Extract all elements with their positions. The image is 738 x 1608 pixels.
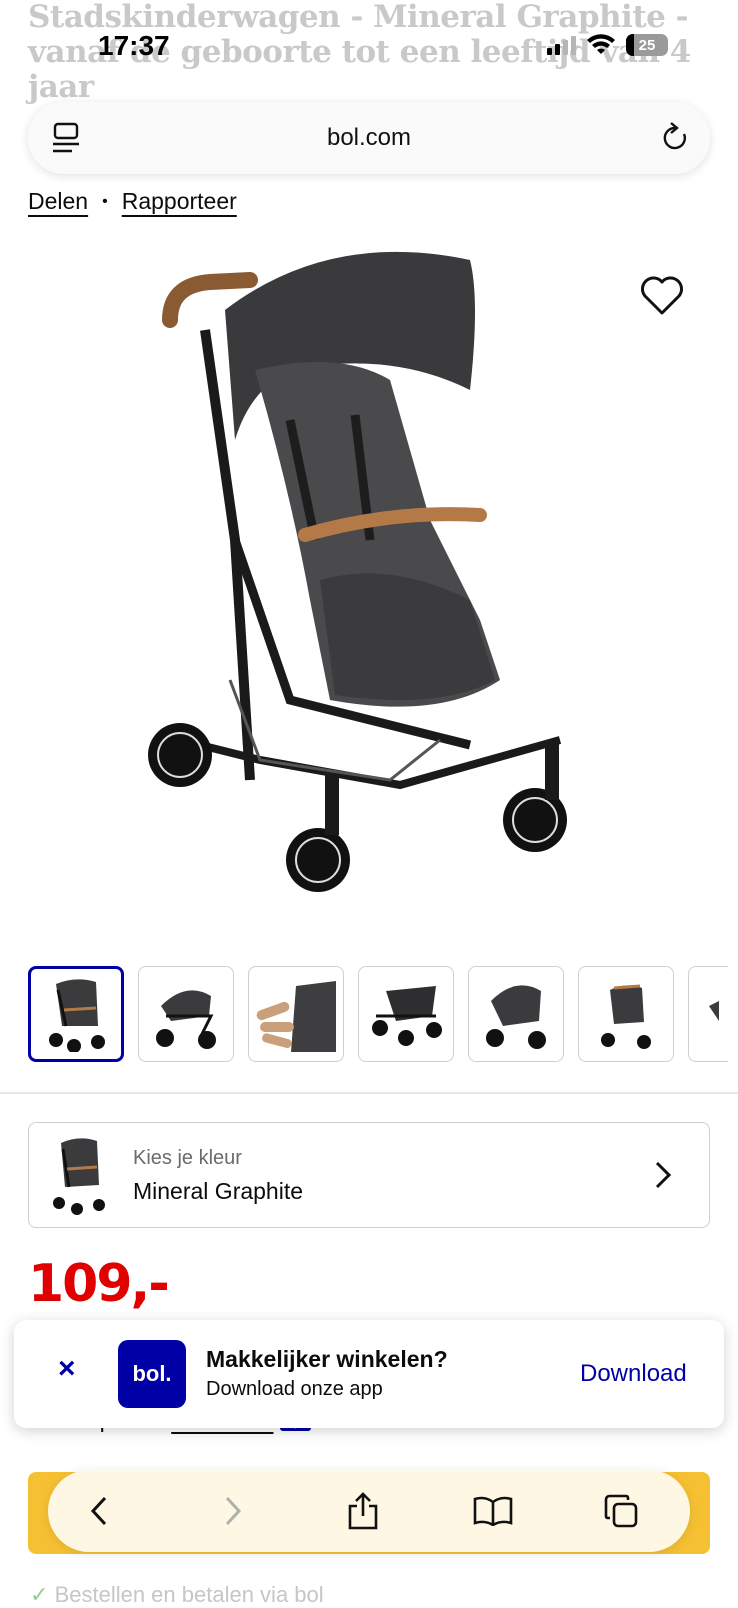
color-caption: Kies je kleur: [133, 1147, 242, 1169]
reload-icon[interactable]: [660, 122, 690, 159]
thumbnail-6[interactable]: [578, 966, 674, 1062]
download-button[interactable]: Download: [580, 1360, 687, 1388]
share-link[interactable]: Delen: [28, 188, 88, 215]
price: 109,-: [28, 1254, 170, 1314]
browser-address-bar[interactable]: bol.com: [28, 102, 710, 174]
thumbnail-5[interactable]: [468, 966, 564, 1062]
color-thumbnail: [51, 1135, 107, 1220]
app-banner: × bol. Makkelijker winkelen? Download on…: [14, 1320, 724, 1428]
battery-level: 25: [638, 36, 656, 54]
order-hint-text: Bestellen en betalen via bol: [54, 1582, 324, 1607]
product-links: Delen • Rapporteer: [28, 188, 237, 215]
color-value: Mineral Graphite: [133, 1178, 304, 1204]
link-separator: •: [102, 192, 108, 210]
battery-icon: 25: [626, 34, 668, 56]
tabs-icon[interactable]: [596, 1486, 646, 1536]
thumbnail-strip: [28, 966, 728, 1062]
forward-icon[interactable]: [208, 1486, 258, 1536]
signal-icon: [547, 36, 576, 55]
close-icon[interactable]: ×: [58, 1352, 76, 1386]
banner-title: Makkelijker winkelen?: [206, 1346, 448, 1372]
bol-logo: bol.: [118, 1340, 186, 1408]
color-selector[interactable]: Kies je kleur Mineral Graphite: [28, 1122, 710, 1228]
section-divider: [0, 1092, 738, 1094]
status-time: 17:37: [98, 30, 170, 61]
thumbnail-3[interactable]: [248, 966, 344, 1062]
status-icons: 25: [546, 34, 668, 56]
thumbnail-4[interactable]: [358, 966, 454, 1062]
thumbnail-2[interactable]: [138, 966, 234, 1062]
report-link[interactable]: Rapporteer: [122, 188, 237, 215]
chevron-right-icon: [655, 1161, 672, 1194]
banner-subtitle: Download onze app: [206, 1378, 383, 1400]
wifi-icon: [587, 34, 615, 54]
bookmarks-icon[interactable]: [468, 1486, 518, 1536]
thumbnail-1[interactable]: [28, 966, 124, 1062]
share-icon[interactable]: [338, 1486, 388, 1536]
url-text[interactable]: bol.com: [28, 124, 710, 152]
order-hint: ✓ Bestellen en betalen via bol: [30, 1582, 324, 1608]
browser-toolbar: [48, 1470, 690, 1552]
back-icon[interactable]: [74, 1486, 124, 1536]
product-image[interactable]: [140, 240, 600, 945]
wishlist-heart-icon[interactable]: [640, 276, 684, 321]
checkmark-icon: ✓: [30, 1582, 49, 1607]
thumbnail-7[interactable]: [688, 966, 728, 1062]
